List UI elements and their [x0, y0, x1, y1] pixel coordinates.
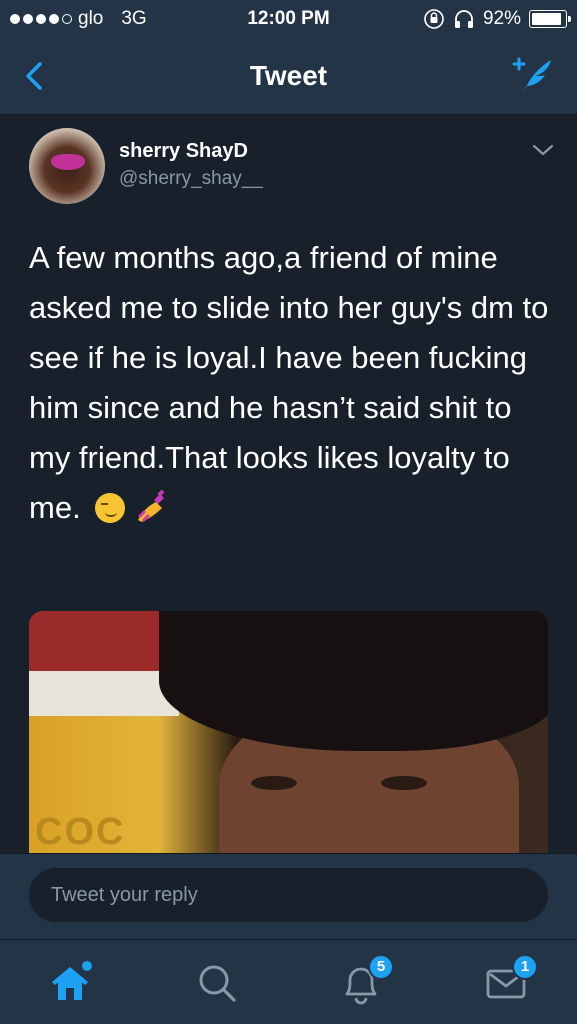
tweet-text: A few months ago,a friend of mine asked … [29, 233, 549, 533]
chevron-down-icon[interactable] [531, 142, 555, 158]
search-icon [199, 965, 236, 1002]
nail-polish-icon [137, 490, 165, 522]
tab-notifications[interactable]: 5 [336, 954, 394, 1008]
tab-home[interactable] [45, 958, 95, 1008]
status-bar: glo 3G 12:00 PM 92% [0, 0, 577, 38]
headphones-icon [454, 10, 473, 28]
notifications-badge: 5 [368, 954, 394, 980]
messages-badge: 1 [512, 954, 538, 980]
media-logo-text: COC [35, 811, 126, 853]
author-handle[interactable]: @sherry_shay__ [119, 168, 263, 190]
avatar[interactable] [29, 128, 105, 204]
page-title: Tweet [249, 60, 328, 91]
status-right: 92% [423, 8, 571, 30]
tweet-body: A few months ago,a friend of mine asked … [29, 240, 549, 525]
rotation-lock-icon [424, 9, 444, 29]
smirking-face-icon [95, 493, 126, 523]
home-icon [52, 961, 92, 1000]
battery-icon [529, 10, 571, 28]
tweet-media-image[interactable]: COC [29, 611, 548, 856]
reply-area: Tweet your reply [0, 853, 577, 939]
compose-tweet-icon[interactable] [509, 54, 555, 100]
tab-bar: 5 1 [0, 939, 577, 1024]
tab-search[interactable] [192, 958, 242, 1008]
tab-messages[interactable]: 1 [482, 954, 538, 1008]
battery-percent: 92% [482, 8, 521, 29]
reply-input[interactable]: Tweet your reply [29, 868, 548, 922]
battery-level [532, 13, 562, 25]
nav-bar: Tweet [0, 38, 577, 115]
author-name[interactable]: sherry ShayD [119, 140, 248, 163]
